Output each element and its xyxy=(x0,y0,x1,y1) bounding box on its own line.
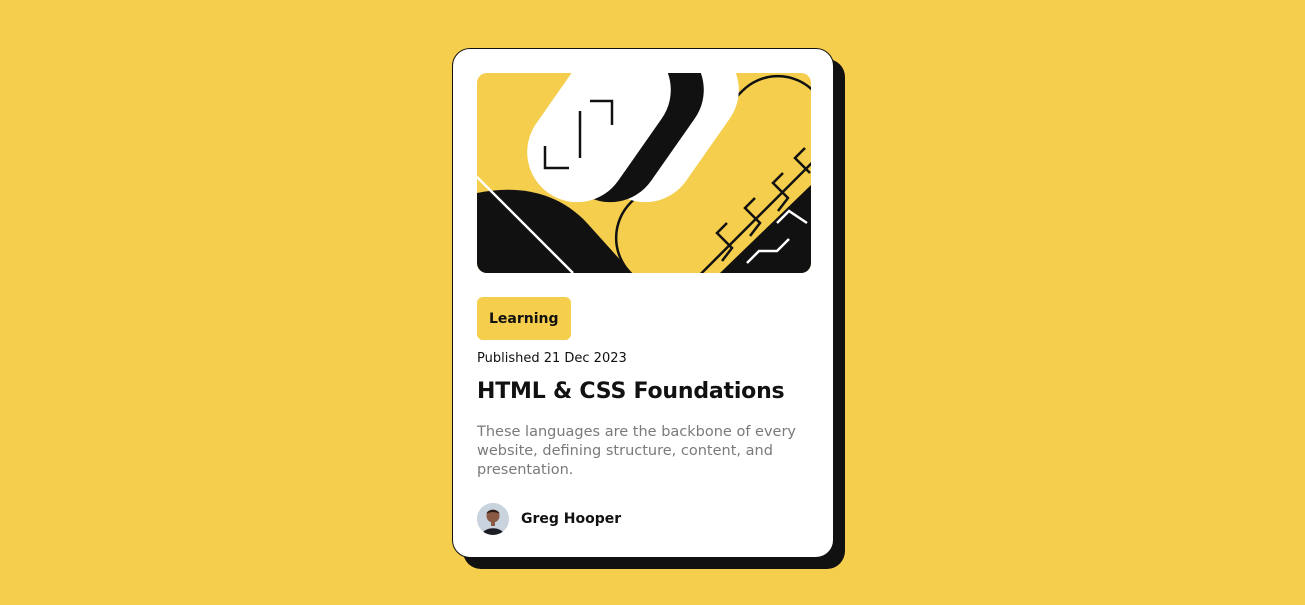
blog-preview-card: Learning Published 21 Dec 2023 HTML & CS… xyxy=(452,48,834,558)
author: Greg Hooper xyxy=(477,503,621,535)
card-illustration xyxy=(477,73,811,273)
category-tag: Learning xyxy=(477,297,571,340)
author-name[interactable]: Greg Hooper xyxy=(521,511,621,527)
card-description: These languages are the backbone of ever… xyxy=(477,424,796,478)
card-title[interactable]: HTML & CSS Foundations xyxy=(477,379,785,404)
avatar xyxy=(477,503,509,535)
published-date: Published 21 Dec 2023 xyxy=(477,351,627,366)
